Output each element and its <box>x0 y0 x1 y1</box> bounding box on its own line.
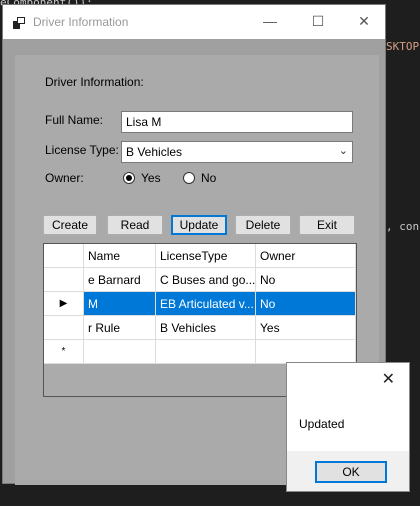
title-bar[interactable]: Driver Information — ☐ ✕ <box>3 5 385 39</box>
license-type-label: License Type: <box>45 143 119 157</box>
cell-name[interactable] <box>84 340 156 364</box>
cell-owner[interactable]: No <box>256 268 356 292</box>
column-header-licensetype[interactable]: LicenseType <box>156 244 256 268</box>
update-button[interactable]: Update <box>171 215 227 235</box>
cell-owner[interactable] <box>256 340 356 364</box>
table-row[interactable]: e Barnard C Buses and go... No <box>44 268 356 292</box>
delete-button[interactable]: Delete <box>235 215 291 235</box>
owner-no-label[interactable]: No <box>201 171 216 185</box>
close-icon[interactable]: ✕ <box>351 11 377 31</box>
ok-button[interactable]: OK <box>315 461 387 483</box>
message-box: ✕ Updated OK <box>286 362 410 492</box>
exit-button[interactable]: Exit <box>299 215 355 235</box>
cell-licensetype[interactable]: B Vehicles <box>156 316 256 340</box>
owner-label: Owner: <box>45 171 84 185</box>
window-title: Driver Information <box>33 15 129 29</box>
table-row-selected[interactable]: ▶ M EB Articulated v... No <box>44 292 356 316</box>
code-snippet: SKTOP <box>386 40 420 53</box>
close-icon[interactable]: ✕ <box>382 369 395 389</box>
column-header-name[interactable]: Name <box>84 244 156 268</box>
chevron-down-icon: ⌄ <box>338 145 348 157</box>
read-button[interactable]: Read <box>107 215 163 235</box>
owner-yes-radio[interactable] <box>123 172 135 184</box>
column-header-owner[interactable]: Owner <box>256 244 356 268</box>
row-header[interactable] <box>44 316 84 340</box>
full-name-label: Full Name: <box>45 113 104 127</box>
selected-row-marker-icon[interactable]: ▶ <box>44 292 84 316</box>
app-icon <box>13 17 25 29</box>
new-row[interactable]: * <box>44 340 356 364</box>
cell-licensetype[interactable] <box>156 340 256 364</box>
owner-yes-label[interactable]: Yes <box>141 171 161 185</box>
full-name-input[interactable]: Lisa M <box>121 111 353 133</box>
owner-no-radio[interactable] <box>183 172 195 184</box>
license-type-select[interactable]: B Vehicles ⌄ <box>121 141 353 163</box>
code-snippet: , con <box>386 220 420 233</box>
maximize-icon[interactable]: ☐ <box>305 11 331 31</box>
grid-corner-header <box>44 244 84 268</box>
cell-owner[interactable]: Yes <box>256 316 356 340</box>
cell-name[interactable]: r Rule <box>84 316 156 340</box>
cell-name[interactable]: e Barnard <box>84 268 156 292</box>
table-row[interactable]: r Rule B Vehicles Yes <box>44 316 356 340</box>
minimize-icon[interactable]: — <box>257 11 283 31</box>
license-type-value: B Vehicles <box>126 145 183 159</box>
row-header[interactable] <box>44 268 84 292</box>
cell-licensetype[interactable]: EB Articulated v... <box>156 292 256 316</box>
cell-owner[interactable]: No <box>256 292 356 316</box>
message-box-body: ✕ Updated <box>287 363 409 451</box>
message-text: Updated <box>299 417 345 431</box>
cell-licensetype[interactable]: C Buses and go... <box>156 268 256 292</box>
form-heading: Driver Information: <box>45 75 144 89</box>
grid-header-row: Name LicenseType Owner <box>44 244 356 268</box>
cell-name[interactable]: M <box>84 292 156 316</box>
new-row-marker-icon[interactable]: * <box>44 340 84 364</box>
create-button[interactable]: Create <box>43 215 97 235</box>
